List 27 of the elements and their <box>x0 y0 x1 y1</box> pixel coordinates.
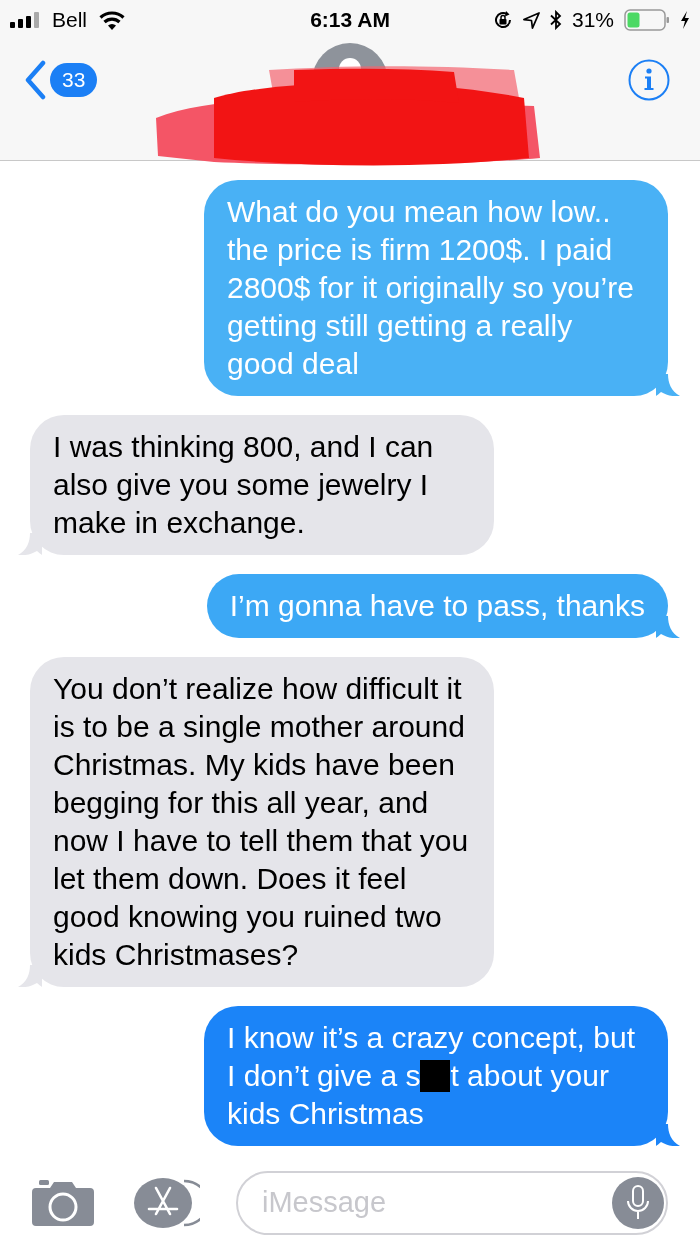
rotation-lock-icon <box>492 10 513 30</box>
info-button[interactable] <box>628 59 670 101</box>
app-store-button[interactable] <box>134 1177 200 1228</box>
app-store-icon <box>134 1177 200 1228</box>
message-text: I was thinking 800, and I can also give you some jewelry I make in exchange. <box>53 429 435 541</box>
back-chevron-icon <box>24 60 46 100</box>
microphone-button[interactable] <box>612 1176 664 1229</box>
message-field[interactable]: iMessage <box>236 1170 668 1235</box>
censor-block <box>420 1060 451 1092</box>
location-arrow-icon <box>522 11 540 29</box>
bluetooth-icon <box>549 10 562 30</box>
message-text: You don’t realize how difficult it is to be a single mother around Christmas. My kids have been begging for this all year, and now I have to tell them that you let them down. Does it feel good knowing you ruined two kids Christmases? <box>53 671 470 973</box>
battery-percentage: 31% <box>571 7 614 34</box>
message-text: I’m gonna have to pass, thanks <box>229 588 645 624</box>
carrier-name: Bell <box>52 7 88 34</box>
clock-time: 6:13 AM <box>310 7 390 34</box>
wifi-icon <box>99 10 126 30</box>
camera-icon <box>32 1179 94 1226</box>
camera-button[interactable] <box>32 1179 94 1226</box>
back-button[interactable]: 33 <box>24 60 98 100</box>
message-text: What do you mean how low.. the price is firm 1200$. I paid 2800$ for it originally so you’re getting still getting a really good deal <box>227 194 635 382</box>
charging-bolt-icon <box>680 11 690 29</box>
info-icon <box>628 59 670 101</box>
battery-icon <box>624 9 670 31</box>
message-text: I know it’s a crazy concept, but I don’t give a s t about your kids Christmas <box>227 1020 636 1132</box>
microphone-icon <box>612 1176 664 1229</box>
unread-count-badge: 33 <box>50 63 98 97</box>
